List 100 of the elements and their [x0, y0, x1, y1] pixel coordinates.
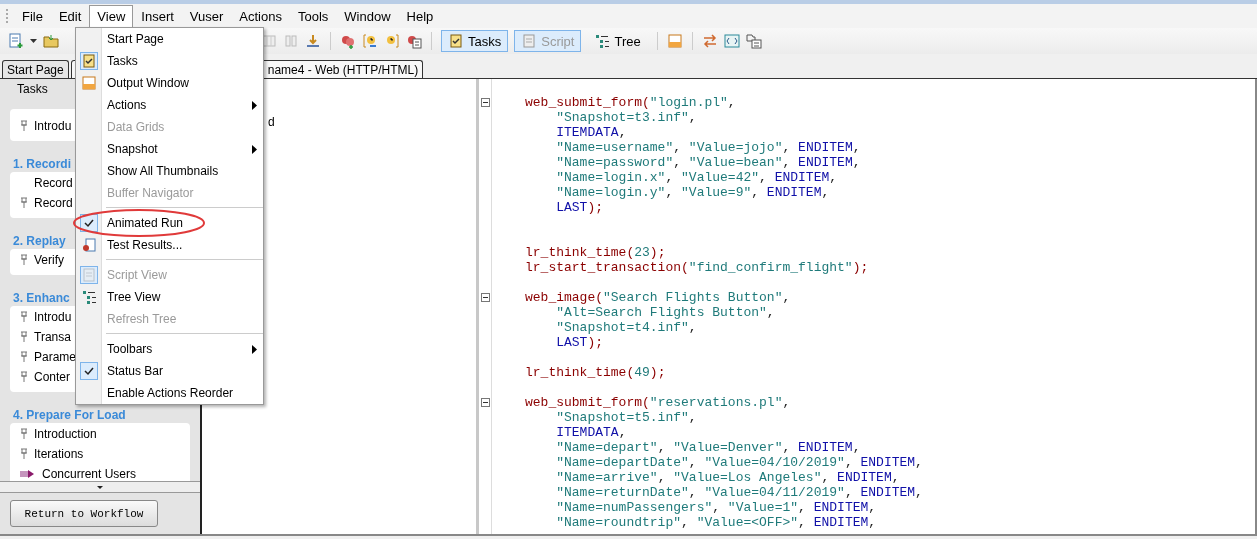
menu-bar-item[interactable]: Vuser — [181, 4, 232, 28]
pin-icon — [20, 120, 28, 132]
code-line: web_submit_form("login.pl", — [525, 95, 736, 110]
pin-icon — [20, 351, 28, 363]
menu-item[interactable]: Show All Thumbnails — [76, 160, 263, 182]
toggle-icon — [80, 266, 98, 284]
code-line: "Name=depart", "Value=Denver", ENDITEM, — [556, 440, 861, 455]
menu-item[interactable]: Actions — [76, 94, 263, 116]
fold-toggle-icon[interactable] — [481, 398, 490, 407]
toggle-icon — [80, 52, 98, 70]
return-button[interactable]: Return to Workflow — [10, 500, 158, 527]
menu-item[interactable]: Enable Actions Reorder — [76, 382, 263, 404]
menu-bar-item[interactable]: View — [89, 4, 134, 28]
menu-item[interactable]: Toolbars — [76, 338, 263, 360]
tree-list-icon — [594, 33, 611, 49]
code-line: "Name=password", "Value=bean", ENDITEM, — [556, 155, 861, 170]
document-list-icon[interactable] — [406, 33, 422, 49]
code-line: lr_think_time(49); — [525, 365, 666, 380]
task-link[interactable]: Concurrent Users — [42, 467, 137, 481]
menu-item[interactable]: Tasks — [76, 50, 263, 72]
menu-bar-item[interactable]: Insert — [133, 4, 182, 28]
task-link[interactable]: Introdu — [34, 119, 72, 133]
code-line: web_submit_form("reservations.pl", — [525, 395, 791, 410]
pin-icon — [20, 331, 28, 343]
pin-icon — [20, 311, 28, 323]
arrow-icon — [20, 469, 36, 479]
code-line: "Name=arrive", "Value=Los Angeles", ENDITEM, — [556, 470, 900, 485]
fold-toggle-icon[interactable] — [481, 98, 490, 107]
pin-icon — [20, 371, 28, 383]
task-link[interactable]: Introdu — [34, 310, 72, 324]
code-line: lr_start_transaction("find_confirm_flight"); — [525, 260, 869, 275]
toolbar-button[interactable]: Tree — [587, 30, 648, 52]
code-line: "Name=departDate", "Value=04/10/2019", ENDITEM, — [556, 455, 923, 470]
page-plus-icon[interactable] — [8, 33, 24, 49]
tree-text: d — [268, 115, 275, 129]
checklist-icon — [448, 33, 464, 49]
pane-title: Tasks — [17, 82, 48, 96]
menu-bar-item[interactable]: Actions — [231, 4, 290, 28]
menu-item[interactable]: Start Page — [76, 28, 263, 50]
menu-item[interactable]: Snapshot — [76, 138, 263, 160]
task-link[interactable]: Verify — [34, 253, 64, 267]
task-link[interactable]: Conter — [34, 370, 71, 384]
toolbar-button[interactable]: Tasks — [441, 30, 509, 52]
menu-icon — [81, 75, 97, 91]
code-line: "Snapshot=t5.inf", — [556, 410, 697, 425]
code-line: "Name=roundtrip", "Value=<OFF>", ENDITEM, — [556, 515, 877, 530]
document-tab[interactable]: Start Page — [2, 60, 69, 78]
code-line: LAST); — [556, 335, 604, 350]
menu-icon — [81, 237, 97, 253]
menu-item[interactable]: Animated Run — [76, 212, 263, 234]
code-line: "Name=login.x", "Value=42", ENDITEM, — [556, 170, 838, 185]
menu-bar-item[interactable]: Window — [336, 4, 399, 28]
menu-item[interactable]: Tree View — [76, 286, 263, 308]
swap-arrows-icon[interactable] — [701, 33, 718, 49]
submenu-arrow-icon — [252, 144, 257, 154]
task-link[interactable]: Record — [34, 176, 73, 190]
plus-circles-icon[interactable] — [340, 33, 356, 49]
menu-icon — [81, 289, 97, 305]
code-line: "Name=numPassengers", "Value=1", ENDITEM, — [556, 500, 877, 515]
task-link[interactable]: Transa — [34, 330, 71, 344]
document-icon — [521, 33, 538, 49]
code-line: "Snapshot=t3.inf", — [556, 110, 697, 125]
checkmark-icon — [80, 362, 98, 380]
task-link[interactable]: Parame — [34, 350, 77, 364]
code-line: web_image("Search Flights Button", — [525, 290, 791, 305]
menu-item[interactable]: Status Bar — [76, 360, 263, 382]
pin-icon — [20, 428, 28, 440]
pin-icon — [20, 197, 28, 209]
task-link[interactable]: Introduction — [34, 427, 97, 441]
menu-bar-item[interactable]: Tools — [289, 4, 337, 28]
menu-bar-item[interactable]: Help — [398, 4, 442, 28]
clock-bracket-icon[interactable] — [384, 33, 400, 49]
code-line: "Name=returnDate", "Value=04/11/2019", ENDITEM, — [556, 485, 923, 500]
code-line: ITEMDATA, — [556, 125, 627, 140]
code-line: lr_think_time(23); — [525, 245, 666, 260]
code-line: "Snapshot=t4.inf", — [556, 320, 697, 335]
code-line: "Name=login.y", "Value=9", ENDITEM, — [556, 185, 830, 200]
output-panel-icon[interactable] — [666, 33, 683, 49]
menu-bar-item[interactable]: File — [14, 4, 51, 28]
fold-toggle-icon[interactable] — [481, 293, 490, 302]
code-line: "Alt=Search Flights Button", — [556, 305, 775, 320]
code-tag-icon[interactable] — [723, 33, 740, 49]
menu-bar-item[interactable]: Edit — [50, 4, 90, 28]
folder-list-icon[interactable] — [745, 33, 762, 49]
submenu-arrow-icon — [252, 100, 257, 110]
menu-item[interactable]: Output Window — [76, 72, 263, 94]
menu-item[interactable]: Test Results... — [76, 234, 263, 256]
pin-icon — [20, 254, 28, 266]
code-line: ITEMDATA, — [556, 425, 627, 440]
code-line: LAST); — [556, 200, 604, 215]
task-link[interactable]: Record — [34, 196, 73, 210]
code-line: "Name=username", "Value=jojo", ENDITEM, — [556, 140, 861, 155]
submenu-arrow-icon — [252, 344, 257, 354]
folder-icon[interactable] — [43, 33, 59, 49]
pin-icon — [20, 448, 28, 460]
download-arrow-icon[interactable] — [305, 33, 321, 49]
task-link[interactable]: Iterations — [34, 447, 84, 461]
dropdown-arrow-icon[interactable] — [30, 39, 37, 43]
scroll-bar[interactable] — [0, 481, 200, 493]
clock-bracket-icon[interactable] — [362, 33, 378, 49]
